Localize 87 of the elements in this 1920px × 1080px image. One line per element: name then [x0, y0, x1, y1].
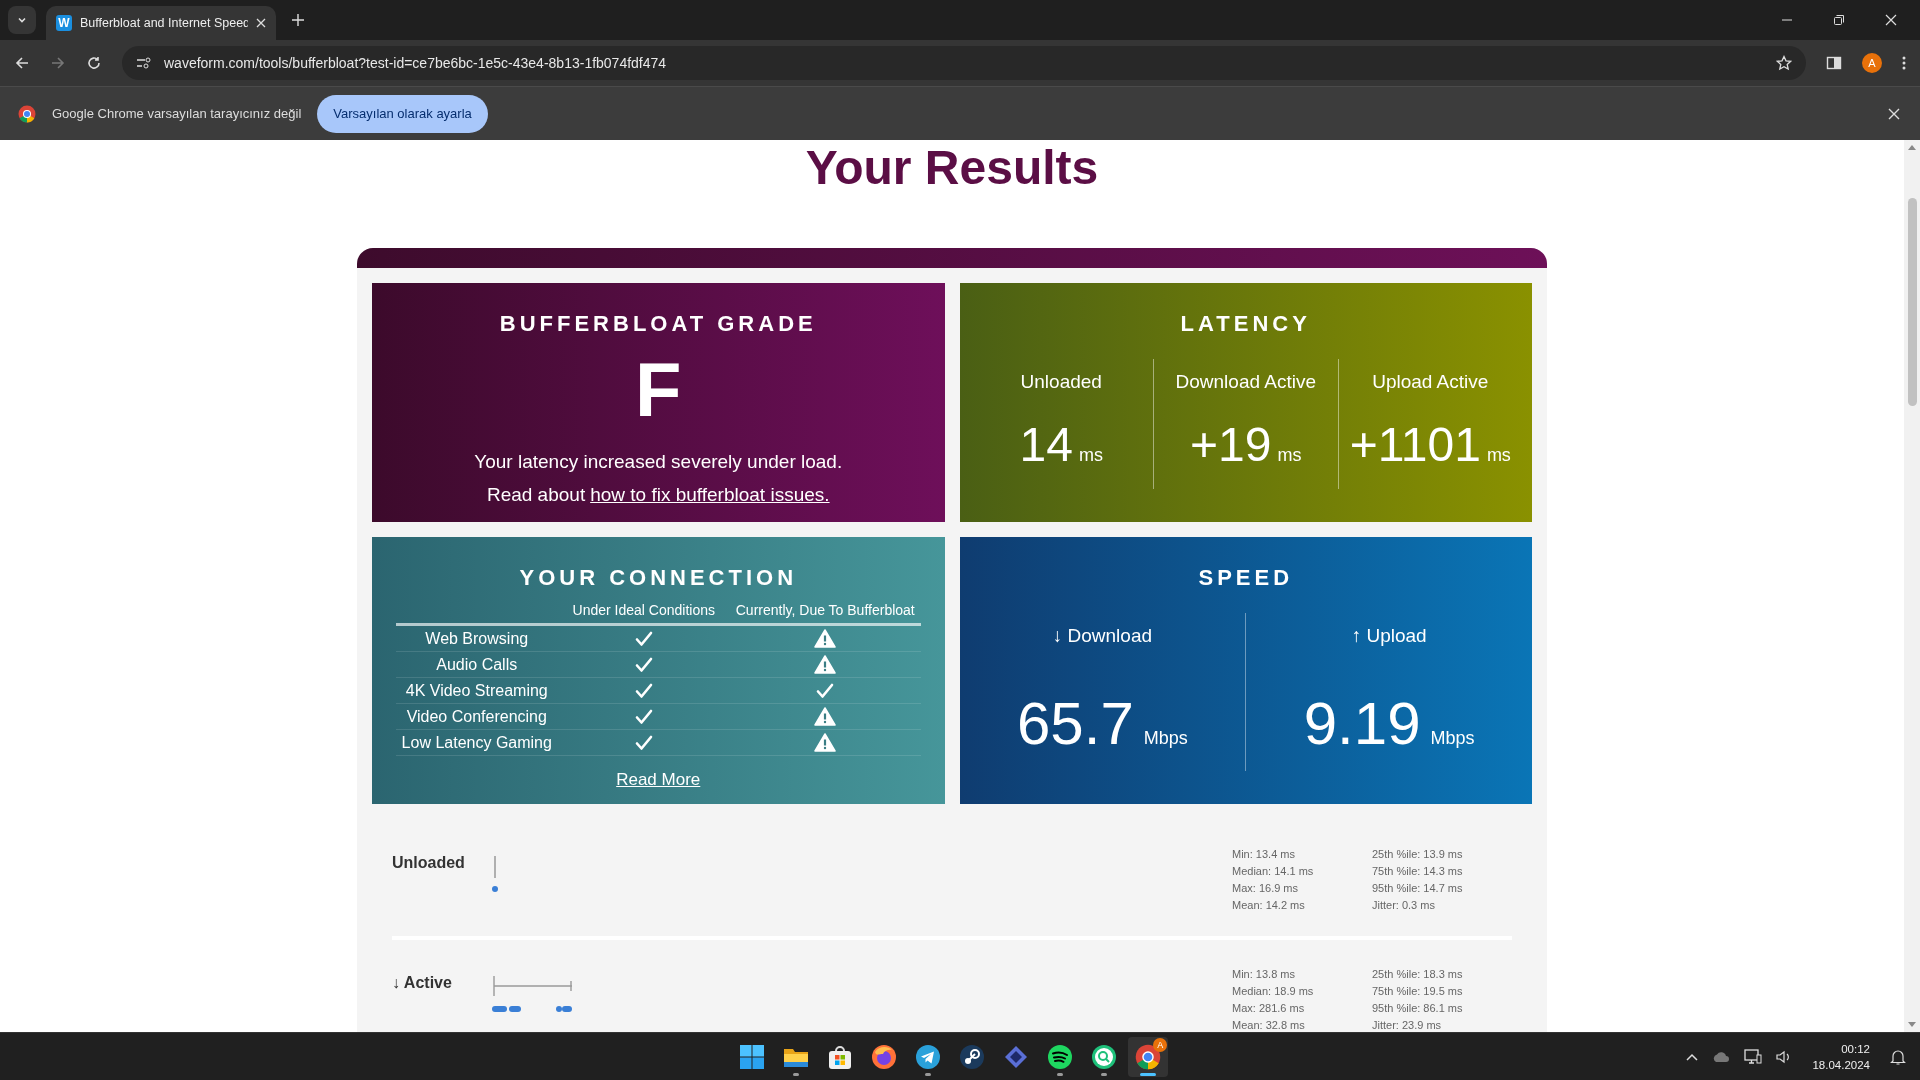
unit-label: ms	[1078, 445, 1103, 466]
unit-label: ms	[1277, 445, 1302, 466]
column-header: Under Ideal Conditions	[571, 602, 716, 618]
speed-value: 9.19	[1303, 689, 1421, 758]
network-icon[interactable]	[1744, 1048, 1763, 1065]
unit-label: ms	[1486, 445, 1511, 466]
search-icon	[1091, 1043, 1118, 1070]
use-case-label: Web Browsing	[424, 629, 530, 648]
scrollbar-thumb[interactable]	[1907, 198, 1917, 406]
app-icon	[959, 1043, 986, 1070]
cloud-icon[interactable]	[1712, 1051, 1731, 1062]
clock-date[interactable]: 18.04.2024	[1812, 1056, 1870, 1073]
speed-label: ↓ Download	[1052, 625, 1152, 647]
stat-text: Mean: 32.8 ms	[1232, 1018, 1306, 1032]
measurement-label: Unloaded	[392, 854, 466, 872]
stat-text: 95th %ile: 14.7 ms	[1372, 881, 1464, 896]
latency-plot-drawing	[492, 856, 498, 892]
stat-text: Max: 16.9 ms	[1232, 881, 1300, 896]
paper-plane-icon	[915, 1043, 942, 1070]
use-case-label: Audio Calls	[435, 655, 519, 674]
read-about-text: Read about	[486, 483, 586, 507]
card-title: BUFFERBLOAT GRADE	[499, 311, 817, 337]
circle-logo-icon	[1135, 1043, 1162, 1070]
close-icon[interactable]	[1885, 14, 1897, 26]
scroll-down-icon[interactable]	[1908, 1022, 1916, 1028]
back-icon[interactable]	[14, 55, 30, 71]
sound-waves-icon	[1047, 1043, 1074, 1070]
speed-value: 65.7	[1016, 689, 1134, 758]
site-settings-icon[interactable]	[136, 56, 152, 70]
card-title: SPEED	[1198, 565, 1294, 591]
stat-text: Median: 18.9 ms	[1232, 984, 1315, 999]
forward-icon[interactable]	[50, 55, 66, 71]
read-more-link[interactable]: Read More	[616, 770, 701, 790]
stat-text: 75th %ile: 19.5 ms	[1372, 984, 1464, 999]
grid-icon	[739, 1043, 766, 1070]
stat-text: 75th %ile: 14.3 ms	[1372, 864, 1464, 879]
speed-label: ↑ Upload	[1351, 625, 1427, 647]
latency-label: Download Active	[1175, 371, 1316, 393]
column-header: Currently, Due To Bufferbloat	[734, 602, 916, 618]
set-default-button[interactable]: Varsayılan olarak ayarla	[317, 94, 488, 133]
star-icon[interactable]	[1776, 55, 1792, 71]
shopping-bag-icon	[827, 1043, 854, 1070]
latency-label: Unloaded	[1020, 371, 1102, 393]
site-favicon: W	[56, 15, 72, 31]
grade-message: Your latency increased severely under load.	[474, 450, 843, 474]
close-icon[interactable]	[256, 18, 266, 28]
address-bar[interactable]: waveform.com/tools/bufferbloat?test-id=ce7be6bc-1e5c-43e4-8b13-1fb074fdf474	[122, 46, 1806, 80]
menu-icon[interactable]	[1902, 55, 1906, 71]
close-icon[interactable]	[1888, 107, 1900, 120]
measurement-label: ↓ Active	[392, 974, 453, 992]
profile-badge: A	[1153, 1037, 1168, 1052]
stat-text: Max: 281.6 ms	[1232, 1001, 1306, 1016]
stat-text: Jitter: 0.3 ms	[1372, 898, 1436, 913]
stat-text: Min: 13.4 ms	[1232, 847, 1296, 862]
notification-icon[interactable]	[1890, 1048, 1906, 1065]
stat-text: Min: 13.8 ms	[1232, 967, 1296, 982]
grade-letter: F	[635, 349, 682, 431]
new-tab-icon[interactable]	[292, 14, 304, 26]
latency-value: +1101	[1349, 417, 1481, 472]
stat-text: Median: 14.1 ms	[1232, 864, 1315, 879]
reload-icon[interactable]	[86, 55, 102, 71]
latency-value: +19	[1190, 417, 1272, 472]
stat-text: Mean: 14.2 ms	[1232, 898, 1306, 913]
fix-bufferbloat-link[interactable]: how to fix bufferbloat issues.	[590, 478, 830, 511]
card-title: YOUR CONNECTION	[519, 565, 798, 591]
page-title: Your Results	[805, 140, 1099, 196]
stat-text: 95th %ile: 86.1 ms	[1372, 1001, 1464, 1016]
unit-label: Mbps	[1143, 728, 1188, 749]
use-case-label: Low Latency Gaming	[400, 733, 553, 752]
infobar-message: Google Chrome varsayılan tarayıcınız değil	[52, 106, 302, 121]
latency-label: Upload Active	[1372, 371, 1489, 393]
browser-icon	[871, 1043, 898, 1070]
side-panel-icon[interactable]	[1826, 55, 1842, 71]
card-title: LATENCY	[1180, 311, 1311, 337]
use-case-label: Video Conferencing	[405, 707, 548, 726]
restore-icon[interactable]	[1833, 14, 1845, 26]
stat-text: 25th %ile: 13.9 ms	[1372, 847, 1464, 862]
latency-value: 14	[1019, 417, 1073, 472]
clock-time[interactable]: 00:12	[1841, 1040, 1870, 1057]
scroll-up-icon[interactable]	[1908, 144, 1916, 150]
stat-text: 25th %ile: 18.3 ms	[1372, 967, 1464, 982]
unit-label: Mbps	[1430, 728, 1475, 749]
circle-logo-icon	[18, 104, 36, 123]
use-case-label: 4K Video Streaming	[404, 681, 549, 700]
diamond-icon	[1003, 1043, 1030, 1070]
chevron-up-icon[interactable]	[1686, 1052, 1699, 1061]
stat-text: Jitter: 23.9 ms	[1372, 1018, 1443, 1032]
